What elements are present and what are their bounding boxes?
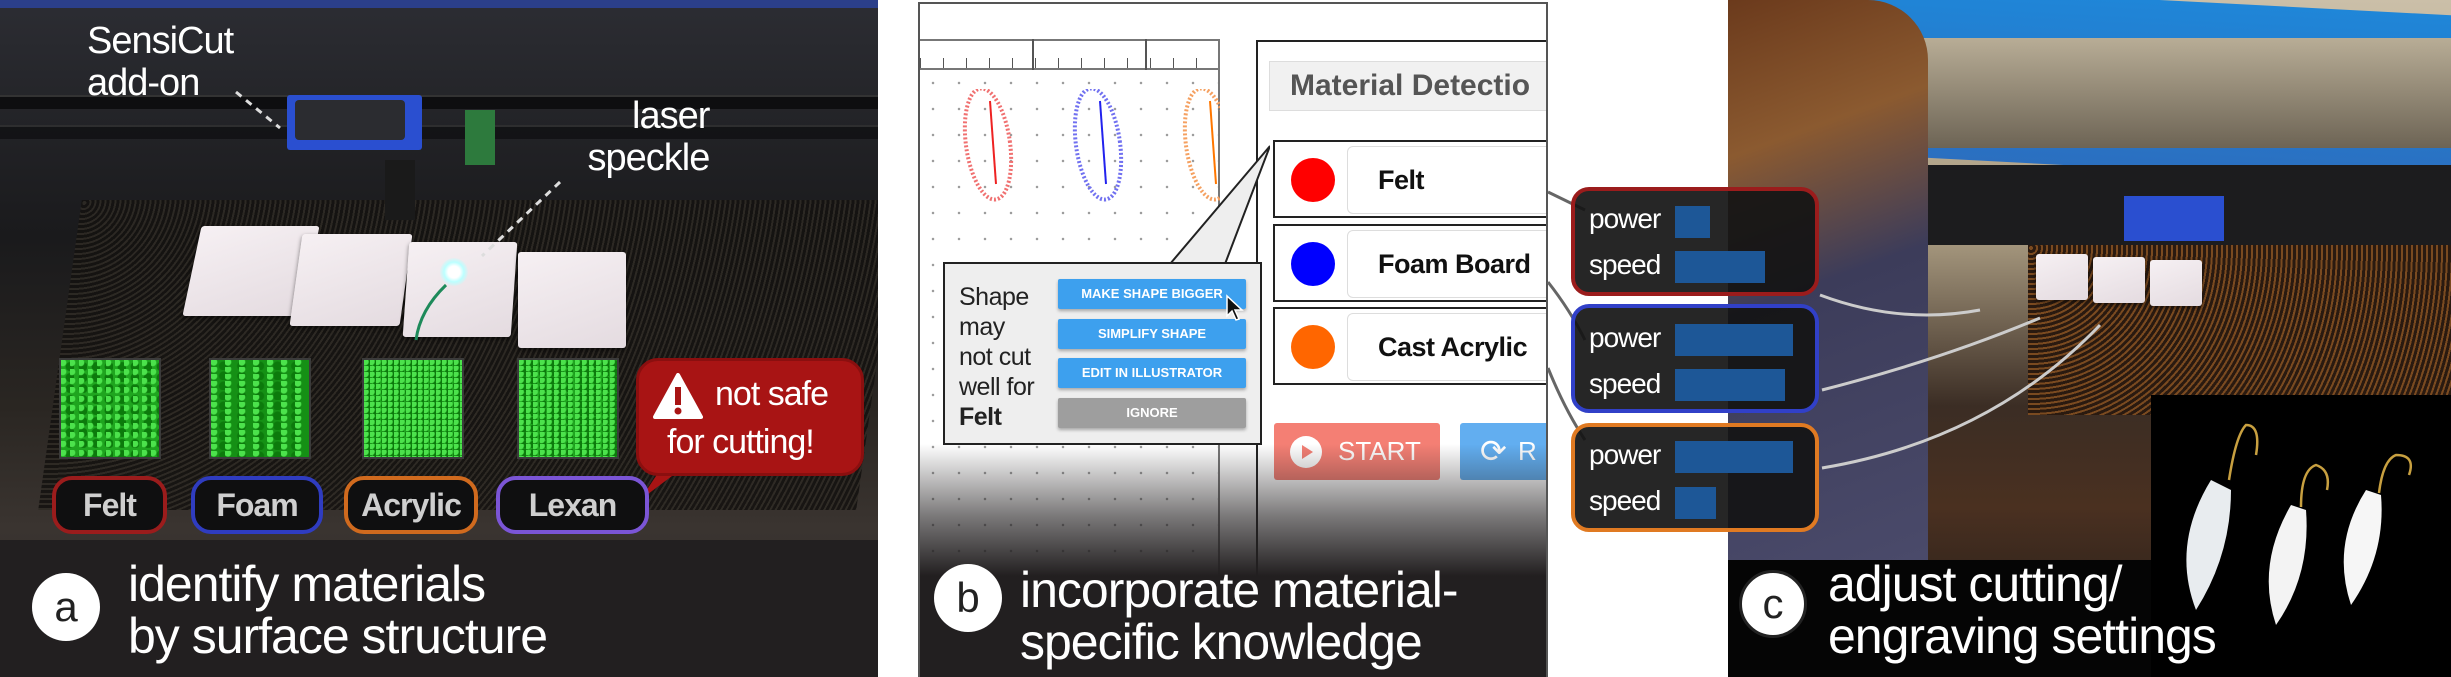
material-detection-header: Material Detectio bbox=[1269, 61, 1546, 111]
material-row-felt[interactable]: Felt bbox=[1273, 140, 1546, 218]
popup-message: Shape may not cut well for Felt bbox=[959, 282, 1035, 432]
speckle-texture-acrylic bbox=[362, 358, 464, 459]
material-label-lexan: Lexan bbox=[496, 476, 649, 534]
caption-c: adjust cutting/engraving settings bbox=[1828, 556, 2217, 664]
panel-letter-b: b bbox=[934, 564, 1002, 632]
material-color-dot bbox=[1291, 158, 1335, 202]
speckle-texture-foam bbox=[209, 358, 311, 459]
earring-hooks bbox=[2227, 423, 2413, 508]
foam-earring bbox=[2268, 505, 2307, 625]
speed-label: speed bbox=[1589, 249, 1661, 280]
power-label: power bbox=[1589, 439, 1661, 470]
mouse-cursor-icon bbox=[1226, 294, 1244, 321]
warning-bubble: not safe for cutting! bbox=[636, 358, 864, 476]
popup-msg-line: may bbox=[959, 313, 1005, 341]
popup-msg-line: not cut bbox=[959, 343, 1031, 371]
material-color-dot bbox=[1291, 325, 1335, 369]
caption-b-line2: specific knowledge bbox=[1020, 614, 1423, 670]
material-label-felt: Felt bbox=[52, 476, 167, 534]
power-label: power bbox=[1589, 203, 1661, 234]
lid-window bbox=[1898, 38, 2451, 148]
warning-popup: Shape may not cut well for Felt MAKE SHAPE B… bbox=[943, 262, 1262, 445]
speckle-label-line2: speckle bbox=[587, 137, 711, 179]
caption-b: incorporate material-specific knowledge bbox=[1020, 562, 1459, 670]
popup-pointer bbox=[1167, 145, 1270, 265]
material-row-cast-acrylic[interactable]: Cast Acrylic bbox=[1273, 307, 1546, 385]
arrow-to-sample-3 bbox=[1821, 323, 2102, 470]
make-shape-bigger-button[interactable]: MAKE SHAPE BIGGER bbox=[1058, 279, 1246, 309]
speckle-label-line1: laser bbox=[632, 95, 710, 137]
speed-label: speed bbox=[1589, 485, 1661, 516]
ignore-button[interactable]: IGNORE bbox=[1058, 398, 1246, 428]
power-label: power bbox=[1589, 322, 1661, 353]
addon-leader-line bbox=[235, 90, 281, 130]
power-bar bbox=[1675, 206, 1711, 238]
material-color-dot bbox=[1291, 242, 1335, 286]
power-bar bbox=[1675, 324, 1793, 356]
speed-label: speed bbox=[1589, 368, 1661, 399]
warning-text-line1: not safe bbox=[715, 375, 829, 413]
speckle-texture-felt bbox=[59, 358, 161, 459]
addon-label-line1: SensiCut bbox=[87, 20, 234, 62]
speckle-label: laser speckle bbox=[582, 95, 711, 179]
panel-b-ui-screenshot: Material Detectio Felt Foam Board Cast A… bbox=[918, 2, 1548, 677]
settings-box-acrylic: power speed bbox=[1571, 423, 1819, 532]
caption-c-line2: engraving settings bbox=[1828, 608, 2217, 664]
addon-label: SensiCut add-on bbox=[87, 20, 234, 104]
popup-msg-line: well for bbox=[959, 373, 1035, 401]
arrow-to-sample-1 bbox=[1819, 293, 1981, 317]
arrow-to-sample-2 bbox=[1821, 316, 2041, 392]
speckle-leader-line bbox=[480, 180, 562, 258]
speckle-arrow bbox=[414, 283, 448, 341]
popup-msg-line: Shape bbox=[959, 283, 1029, 311]
simplify-shape-button[interactable]: SIMPLIFY SHAPE bbox=[1058, 319, 1246, 349]
material-name: Cast Acrylic bbox=[1347, 313, 1546, 381]
warning-triangle-icon bbox=[653, 373, 703, 419]
speed-bar bbox=[1675, 369, 1785, 401]
settings-box-felt: power speed bbox=[1571, 187, 1819, 296]
material-name: Foam Board bbox=[1347, 230, 1546, 298]
addon-label-line2: add-on bbox=[87, 62, 200, 104]
acrylic-earring bbox=[2343, 490, 2382, 605]
ruler-major-tick bbox=[1032, 39, 1034, 70]
speckle-texture-lexan bbox=[517, 358, 619, 459]
panel-letter-c: c bbox=[1739, 570, 1807, 638]
edit-in-illustrator-button[interactable]: EDIT IN ILLUSTRATOR bbox=[1058, 358, 1246, 388]
caption-a-line2: by surface structure bbox=[128, 608, 548, 664]
cut-sample bbox=[2150, 260, 2202, 306]
caption-a-line1: identify materials bbox=[128, 556, 486, 612]
material-row-foam-board[interactable]: Foam Board bbox=[1273, 224, 1546, 302]
panel-a-photo: SensiCut add-on laser speckle Felt Foam Ac… bbox=[0, 0, 878, 677]
caption-c-line1: adjust cutting/ bbox=[1828, 556, 2123, 612]
power-bar bbox=[1675, 441, 1793, 473]
settings-box-foam: power speed bbox=[1571, 304, 1819, 413]
ruler bbox=[920, 39, 1218, 70]
speed-bar bbox=[1675, 251, 1765, 283]
material-name: Felt bbox=[1347, 146, 1546, 214]
material-label-acrylic: Acrylic bbox=[344, 476, 478, 534]
material-label-foam: Foam bbox=[191, 476, 323, 534]
caption-a: identify materials by surface structure bbox=[128, 556, 548, 664]
popup-material: Felt bbox=[959, 403, 1002, 431]
ruler-major-tick bbox=[1145, 39, 1147, 70]
caption-b-line1: incorporate material- bbox=[1020, 562, 1459, 618]
panel-letter-a: a bbox=[32, 573, 100, 641]
warning-text-line2: for cutting! bbox=[667, 423, 815, 461]
speed-bar bbox=[1675, 487, 1717, 519]
